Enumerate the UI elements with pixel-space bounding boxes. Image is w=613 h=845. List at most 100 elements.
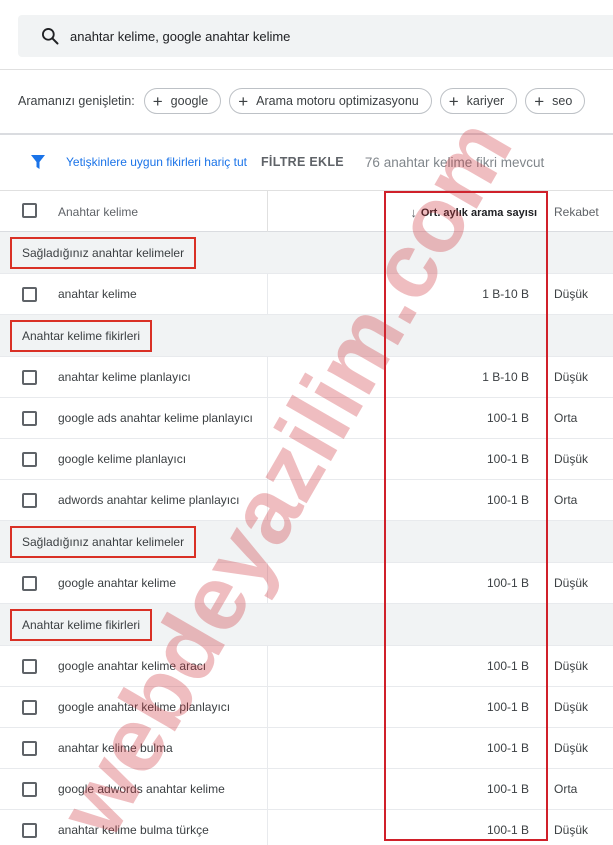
column-divider bbox=[267, 810, 268, 845]
table-row[interactable]: google anahtar kelime 100-1 B Düşük bbox=[0, 563, 613, 604]
table-row[interactable]: google adwords anahtar kelime 100-1 B Orta bbox=[0, 769, 613, 810]
plus-icon: + bbox=[448, 91, 459, 111]
section-header: Sağladığınız anahtar kelimeler bbox=[0, 521, 613, 563]
row-checkbox[interactable] bbox=[22, 741, 37, 756]
table-row[interactable]: google kelime planlayıcı 100-1 B Düşük bbox=[0, 439, 613, 480]
column-header-avg-searches[interactable]: ↓ Ort. aylık arama sayısı bbox=[410, 205, 537, 220]
plus-icon: + bbox=[152, 91, 163, 111]
column-divider bbox=[267, 646, 268, 686]
competition-cell: Düşük bbox=[554, 823, 589, 837]
table-row[interactable]: google anahtar kelime planlayıcı 100-1 B D… bbox=[0, 687, 613, 728]
table-row[interactable]: adwords anahtar kelime planlayıcı 100-1 B… bbox=[0, 480, 613, 521]
chip-seo[interactable]: + seo bbox=[525, 88, 586, 114]
column-divider bbox=[267, 398, 268, 438]
keyword-cell: adwords anahtar kelime planlayıcı bbox=[58, 493, 240, 507]
table-row[interactable]: anahtar kelime bulma türkçe 100-1 B Düşük bbox=[0, 810, 613, 845]
keyword-cell: google kelime planlayıcı bbox=[58, 452, 187, 466]
keyword-cell: google anahtar kelime planlayıcı bbox=[58, 700, 231, 714]
row-checkbox[interactable] bbox=[22, 782, 37, 797]
chip-kariyer[interactable]: + kariyer bbox=[439, 88, 518, 114]
column-divider bbox=[267, 769, 268, 809]
table-header: Anahtar kelime ↓ Ort. aylık arama sayısı … bbox=[0, 190, 613, 232]
keyword-cell: google adwords anahtar kelime bbox=[58, 782, 225, 796]
expand-label: Aramanızı genişletin: bbox=[18, 94, 135, 108]
competition-cell: Düşük bbox=[554, 287, 589, 301]
competition-cell: Düşük bbox=[554, 700, 589, 714]
plus-icon: + bbox=[238, 91, 249, 111]
chip-google[interactable]: + google bbox=[143, 88, 222, 114]
row-checkbox[interactable] bbox=[22, 576, 37, 591]
table-row[interactable]: google ads anahtar kelime planlayıcı 100-… bbox=[0, 398, 613, 439]
column-header-competition[interactable]: Rekabet bbox=[554, 205, 599, 219]
keyword-cell: google anahtar kelime bbox=[58, 576, 177, 590]
row-checkbox[interactable] bbox=[22, 493, 37, 508]
competition-cell: Düşük bbox=[554, 659, 589, 673]
section-title: Sağladığınız anahtar kelimeler bbox=[10, 526, 197, 558]
column-divider bbox=[267, 480, 268, 520]
avg-searches-cell: 100-1 B bbox=[486, 659, 529, 673]
competition-cell: Orta bbox=[554, 411, 578, 425]
section-header: Anahtar kelime fikirleri bbox=[0, 315, 613, 357]
row-checkbox[interactable] bbox=[22, 411, 37, 426]
row-checkbox[interactable] bbox=[22, 700, 37, 715]
row-checkbox[interactable] bbox=[22, 287, 37, 302]
search-input[interactable]: anahtar kelime, google anahtar kelime bbox=[18, 15, 613, 57]
avg-searches-cell: 1 B-10 B bbox=[482, 370, 529, 384]
competition-cell: Orta bbox=[554, 782, 578, 796]
table-row[interactable]: google anahtar kelime aracı 100-1 B Düşük bbox=[0, 646, 613, 687]
competition-cell: Düşük bbox=[554, 370, 589, 384]
competition-cell: Düşük bbox=[554, 741, 589, 755]
section-title: Sağladığınız anahtar kelimeler bbox=[10, 237, 197, 269]
select-all-checkbox[interactable] bbox=[22, 203, 37, 218]
search-icon bbox=[40, 26, 60, 46]
table-row[interactable]: anahtar kelime bulma 100-1 B Düşük bbox=[0, 728, 613, 769]
filter-icon[interactable] bbox=[30, 154, 46, 170]
avg-searches-cell: 100-1 B bbox=[486, 782, 529, 796]
keyword-cell: anahtar kelime bbox=[58, 287, 137, 301]
search-bar-area: anahtar kelime, google anahtar kelime bbox=[0, 0, 613, 70]
row-checkbox[interactable] bbox=[22, 452, 37, 467]
keyword-cell: google ads anahtar kelime planlayıcı bbox=[58, 411, 253, 425]
avg-searches-cell: 100-1 B bbox=[486, 741, 529, 755]
expand-search-row: Aramanızı genişletin: + google + Arama mot… bbox=[0, 84, 613, 118]
avg-searches-cell: 100-1 B bbox=[486, 700, 529, 714]
avg-searches-cell: 1 B-10 B bbox=[482, 287, 529, 301]
table-row[interactable]: anahtar kelime planlayıcı 1 B-10 B Düşük bbox=[0, 357, 613, 398]
section-title: Anahtar kelime fikirleri bbox=[10, 609, 153, 641]
exclude-adult-filter[interactable]: Yetişkinlere uygun fikirleri hariç tut bbox=[66, 155, 247, 169]
keyword-cell: anahtar kelime bulma bbox=[58, 741, 173, 755]
add-filter-button[interactable]: FİLTRE EKLE bbox=[261, 155, 344, 169]
column-divider bbox=[267, 687, 268, 727]
divider bbox=[0, 133, 613, 135]
sort-down-icon: ↓ bbox=[410, 205, 417, 220]
search-query: anahtar kelime, google anahtar kelime bbox=[70, 28, 291, 44]
row-checkbox[interactable] bbox=[22, 659, 37, 674]
section-header: Anahtar kelime fikirleri bbox=[0, 604, 613, 646]
avg-searches-cell: 100-1 B bbox=[486, 576, 529, 590]
keyword-cell: anahtar kelime planlayıcı bbox=[58, 370, 191, 384]
row-checkbox[interactable] bbox=[22, 823, 37, 838]
avg-searches-cell: 100-1 B bbox=[486, 823, 529, 837]
avg-searches-cell: 100-1 B bbox=[486, 493, 529, 507]
table-row[interactable]: anahtar kelime 1 B-10 B Düşük bbox=[0, 274, 613, 315]
keyword-cell: google anahtar kelime aracı bbox=[58, 659, 207, 673]
column-divider bbox=[267, 191, 268, 232]
avg-searches-cell: 100-1 B bbox=[486, 452, 529, 466]
column-divider bbox=[267, 357, 268, 397]
idea-count: 76 anahtar kelime fikri mevcut bbox=[364, 154, 545, 170]
column-divider bbox=[267, 439, 268, 479]
competition-cell: Düşük bbox=[554, 576, 589, 590]
competition-cell: Düşük bbox=[554, 452, 589, 466]
competition-cell: Orta bbox=[554, 493, 578, 507]
plus-icon: + bbox=[534, 91, 545, 111]
column-divider bbox=[267, 274, 268, 314]
avg-searches-cell: 100-1 B bbox=[486, 411, 529, 425]
chip-seo-engine[interactable]: + Arama motoru optimizasyonu bbox=[229, 88, 432, 114]
column-divider bbox=[267, 563, 268, 603]
keyword-cell: anahtar kelime bulma türkçe bbox=[58, 823, 209, 837]
filter-row: Yetişkinlere uygun fikirleri hariç tut F… bbox=[0, 144, 613, 180]
section-header: Sağladığınız anahtar kelimeler bbox=[0, 232, 613, 274]
row-checkbox[interactable] bbox=[22, 370, 37, 385]
section-title: Anahtar kelime fikirleri bbox=[10, 320, 153, 352]
column-header-keyword[interactable]: Anahtar kelime bbox=[58, 205, 138, 219]
